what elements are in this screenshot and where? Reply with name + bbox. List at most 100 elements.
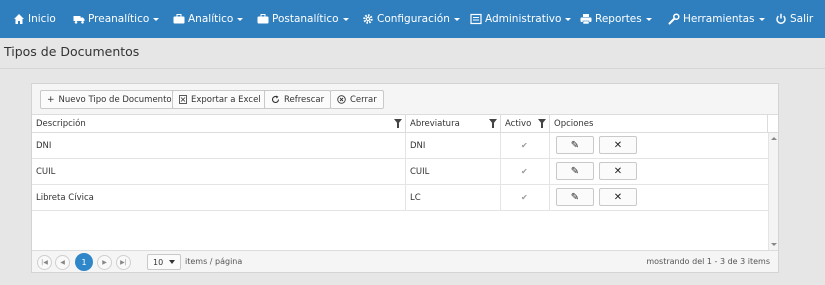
vertical-scrollbar[interactable] — [768, 133, 778, 250]
page-size-label: items / página — [185, 257, 243, 266]
close-circle-icon — [337, 95, 346, 104]
delete-button[interactable]: ✕ — [599, 136, 637, 154]
last-page-button[interactable]: ▶| — [116, 255, 131, 270]
chevron-down-icon — [237, 17, 244, 21]
table-row[interactable]: DNI DNI ✔ ✎ ✕ — [32, 133, 768, 159]
filter-icon[interactable] — [489, 119, 497, 128]
nav-configuracion[interactable]: Configuración — [362, 0, 460, 38]
chevron-down-icon — [169, 260, 176, 264]
gear-icon — [363, 14, 373, 24]
cell-descripcion: Libreta Cívica — [32, 185, 406, 211]
truck-icon — [73, 16, 85, 24]
page-size-value: 10 — [153, 257, 164, 267]
table-body: DNI DNI ✔ ✎ ✕ CUIL CUIL ✔ ✎ ✕ Libreta Cí… — [32, 133, 778, 250]
column-label: Descripción — [36, 119, 86, 129]
prev-page-button[interactable]: ◀ — [55, 255, 70, 270]
home-icon — [14, 14, 24, 24]
nav-label: Salir — [790, 13, 814, 25]
nav-analitico[interactable]: Analítico — [173, 0, 244, 38]
nav-reportes[interactable]: Reportes — [580, 0, 652, 38]
first-page-button[interactable]: |◀ — [37, 255, 52, 270]
column-header-opciones: Opciones — [550, 115, 768, 133]
nav-label: Preanalítico — [88, 13, 150, 25]
nav-preanalitico[interactable]: Preanalítico — [73, 0, 160, 38]
checkbox-checked-icon: ✔ — [521, 193, 528, 202]
export-excel-button[interactable]: Exportar a Excel — [172, 90, 268, 109]
cell-descripcion: DNI — [32, 133, 406, 159]
column-header-descripcion[interactable]: Descripción — [32, 115, 406, 133]
wrench-icon — [668, 13, 680, 25]
pencil-icon: ✎ — [570, 191, 580, 203]
refresh-button[interactable]: Refrescar — [264, 90, 332, 109]
refresh-icon — [272, 95, 280, 104]
plus-icon: + — [47, 94, 55, 105]
chevron-down-icon — [342, 17, 349, 21]
nav-label: Analítico — [188, 13, 234, 25]
edit-button[interactable]: ✎ — [556, 188, 594, 206]
briefcase-icon — [257, 14, 269, 24]
nav-label: Postanalítico — [272, 13, 339, 25]
cell-activo: ✔ — [501, 185, 550, 211]
documents-grid: + Nuevo Tipo de Documento Exportar a Exc… — [31, 83, 779, 273]
nav-label: Inicio — [28, 13, 56, 25]
excel-file-icon — [179, 95, 187, 104]
pencil-icon: ✎ — [570, 165, 580, 177]
table-row[interactable]: CUIL CUIL ✔ ✎ ✕ — [32, 159, 768, 185]
briefcase-icon — [173, 14, 185, 24]
list-icon — [470, 13, 482, 25]
column-label: Opciones — [554, 119, 594, 129]
table-row[interactable]: Libreta Cívica LC ✔ ✎ ✕ — [32, 185, 768, 211]
nav-label: Herramientas — [683, 13, 755, 25]
page-size-select[interactable]: 10 — [147, 254, 181, 270]
delete-button[interactable]: ✕ — [599, 162, 637, 180]
nav-administrativo[interactable]: Administrativo — [470, 0, 572, 38]
checkbox-checked-icon: ✔ — [521, 141, 528, 150]
nav-salir[interactable]: Salir — [775, 0, 813, 38]
chevron-down-icon — [645, 17, 652, 21]
top-navbar: Inicio Preanalítico Analítico Postanalít… — [0, 0, 825, 38]
nav-label: Reportes — [595, 13, 642, 25]
pager-info: mostrando del 1 - 3 de 3 items — [646, 257, 770, 266]
nav-label: Configuración — [377, 13, 450, 25]
grid-toolbar: + Nuevo Tipo de Documento Exportar a Exc… — [32, 84, 778, 115]
current-page-button[interactable]: 1 — [75, 253, 93, 271]
nav-postanalitico[interactable]: Postanalítico — [257, 0, 349, 38]
title-divider — [0, 68, 825, 69]
close-icon: ✕ — [613, 165, 623, 177]
table-header: Descripción Abreviatura Activo Opciones — [32, 115, 778, 133]
next-page-button[interactable]: ▶ — [97, 255, 112, 270]
nav-herramientas[interactable]: Herramientas — [668, 0, 765, 38]
column-header-abreviatura[interactable]: Abreviatura — [406, 115, 501, 133]
chevron-down-icon — [153, 17, 160, 21]
close-button[interactable]: Cerrar — [330, 90, 384, 109]
column-label: Activo — [505, 119, 532, 129]
nav-label: Administrativo — [485, 13, 562, 25]
chevron-down-icon — [565, 17, 572, 21]
cell-descripcion: CUIL — [32, 159, 406, 185]
pager: |◀ ◀ 1 ▶ ▶| 10 items / página mostrando … — [32, 250, 778, 272]
page-title: Tipos de Documentos — [4, 44, 140, 59]
new-document-type-button[interactable]: + Nuevo Tipo de Documento — [40, 90, 179, 109]
cell-abreviatura: CUIL — [406, 159, 501, 185]
button-label: Exportar a Excel — [191, 94, 261, 105]
scroll-down-icon[interactable] — [771, 243, 777, 246]
cell-activo: ✔ — [501, 133, 550, 159]
edit-button[interactable]: ✎ — [556, 162, 594, 180]
cell-abreviatura: DNI — [406, 133, 501, 159]
column-header-activo[interactable]: Activo — [501, 115, 550, 133]
filter-icon[interactable] — [538, 119, 546, 128]
filter-icon[interactable] — [394, 119, 402, 128]
close-icon: ✕ — [613, 191, 623, 203]
button-label: Nuevo Tipo de Documento — [58, 94, 172, 105]
checkbox-checked-icon: ✔ — [521, 167, 528, 176]
close-icon: ✕ — [613, 139, 623, 151]
scroll-up-icon[interactable] — [771, 137, 777, 140]
cell-abreviatura: LC — [406, 185, 501, 211]
nav-inicio[interactable]: Inicio — [13, 0, 56, 38]
pencil-icon: ✎ — [570, 139, 580, 151]
button-label: Refrescar — [284, 94, 325, 105]
print-icon — [580, 14, 592, 25]
delete-button[interactable]: ✕ — [599, 188, 637, 206]
edit-button[interactable]: ✎ — [556, 136, 594, 154]
chevron-down-icon — [758, 17, 765, 21]
